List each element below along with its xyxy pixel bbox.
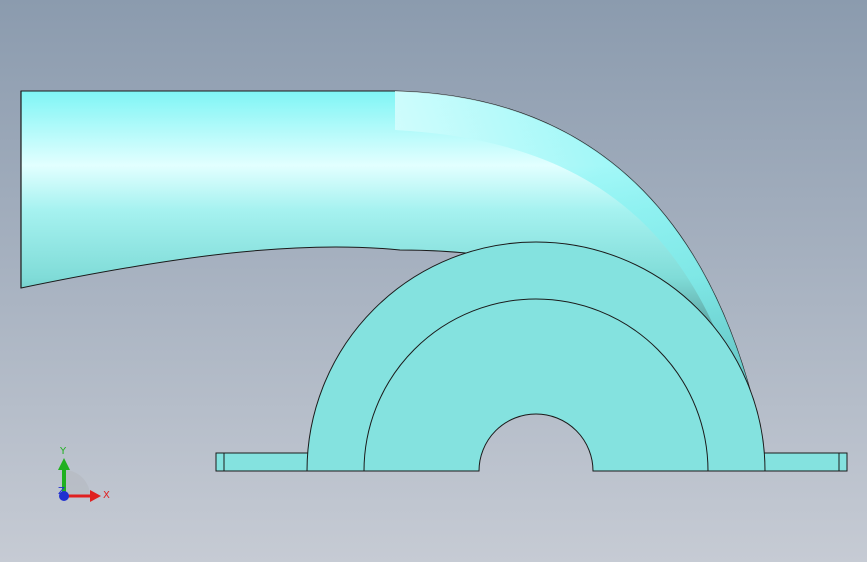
- model-scene: Y X Z: [20, 90, 848, 502]
- coordinate-triad: Y X Z: [58, 446, 110, 502]
- triad-x-label: X: [103, 490, 110, 501]
- triad-plane-arc: [64, 470, 90, 496]
- triad-x-arrow: [90, 490, 101, 502]
- left-flange-foot: [215, 452, 309, 472]
- triad-y-label: Y: [59, 446, 67, 457]
- right-flange-foot: [762, 452, 848, 472]
- triad-z-label: Z: [58, 486, 65, 497]
- triad-y-arrow: [58, 458, 70, 470]
- cad-viewport[interactable]: Y X Z: [0, 0, 867, 562]
